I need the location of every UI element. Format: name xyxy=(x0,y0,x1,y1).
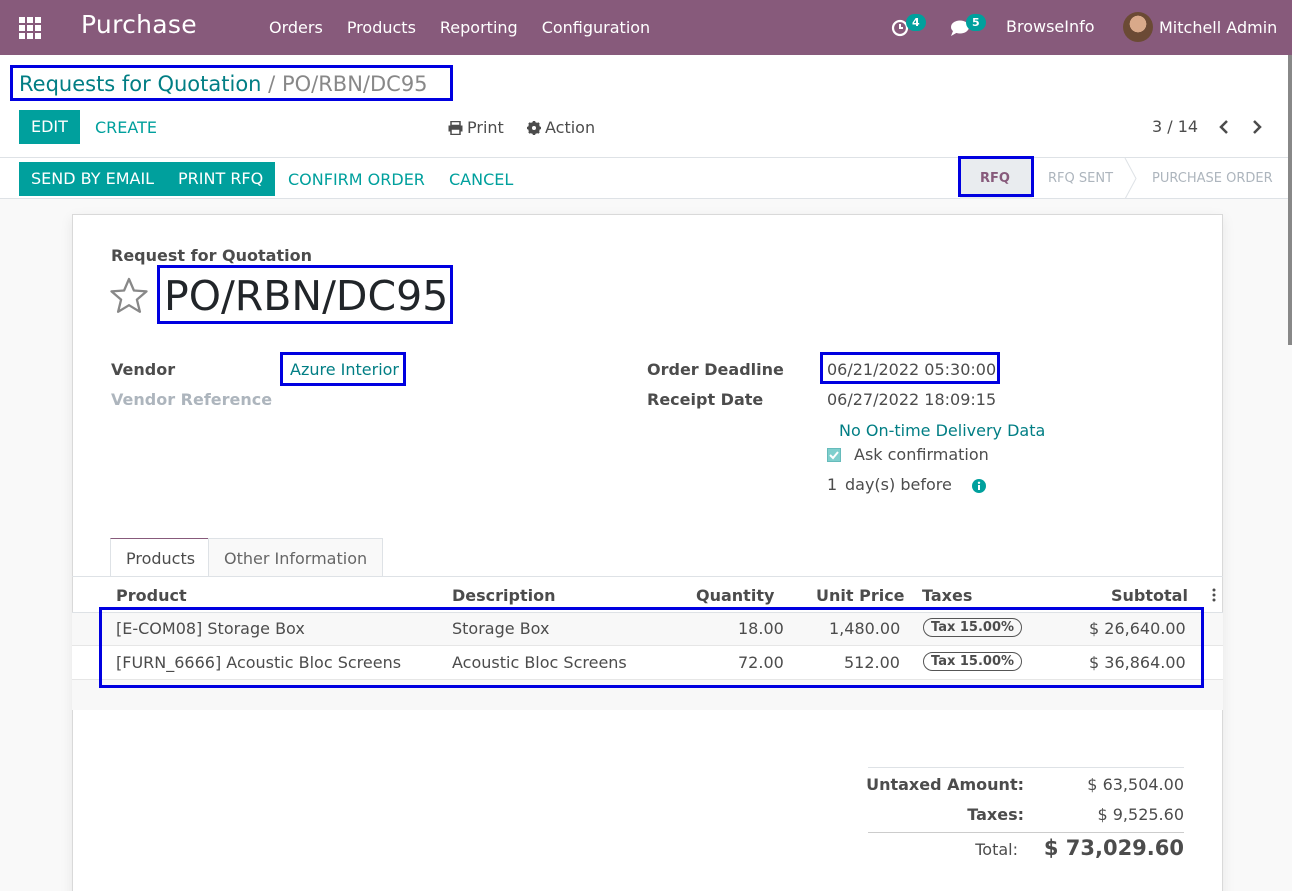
taxes-value: $ 9,525.60 xyxy=(1097,805,1184,824)
document-name-highlight xyxy=(157,265,453,324)
chevron-left-icon[interactable] xyxy=(1218,119,1230,135)
ask-confirmation-label: Ask confirmation xyxy=(854,445,989,464)
deadline-highlight xyxy=(820,352,1000,384)
order-lines-highlight xyxy=(99,607,1204,688)
receipt-date-label: Receipt Date xyxy=(647,390,764,409)
document-type-label: Request for Quotation xyxy=(111,246,312,265)
company-switcher[interactable]: BrowseInfo xyxy=(1006,17,1095,36)
print-dropdown[interactable]: Print xyxy=(448,118,504,137)
step-separator-icon xyxy=(1124,158,1137,199)
menu-products[interactable]: Products xyxy=(347,18,416,37)
gear-icon xyxy=(527,120,541,135)
vendor-label: Vendor xyxy=(111,360,176,379)
checkmark-icon xyxy=(829,451,839,460)
pager-value[interactable]: 3 / 14 xyxy=(1152,117,1198,136)
status-step-purchase-order[interactable]: PURCHASE ORDER xyxy=(1152,171,1273,186)
activity-count-badge: 4 xyxy=(906,14,926,31)
menu-configuration[interactable]: Configuration xyxy=(542,18,651,37)
total-value: $ 73,029.60 xyxy=(1043,836,1184,860)
vendor-reference-label: Vendor Reference xyxy=(111,390,273,409)
message-count-badge: 5 xyxy=(966,14,986,31)
untaxed-amount-value: $ 63,504.00 xyxy=(1087,775,1184,794)
create-button[interactable]: CREATE xyxy=(95,118,157,137)
app-name[interactable]: Purchase xyxy=(81,10,197,39)
ask-confirmation-checkbox[interactable] xyxy=(827,448,841,462)
column-header-subtotal[interactable]: Subtotal xyxy=(1111,586,1188,605)
vendor-highlight xyxy=(280,352,406,386)
receipt-date-value[interactable]: 06/27/2022 18:09:15 xyxy=(827,390,996,409)
cancel-button[interactable]: CANCEL xyxy=(449,170,513,189)
print-label: Print xyxy=(467,118,504,137)
column-header-taxes[interactable]: Taxes xyxy=(922,586,972,605)
column-header-quantity[interactable]: Quantity xyxy=(696,586,774,605)
star-icon[interactable] xyxy=(109,277,149,315)
avatar xyxy=(1123,12,1153,42)
print-rfq-button[interactable]: PRINT RFQ xyxy=(166,162,276,196)
column-header-product[interactable]: Product xyxy=(116,586,187,605)
column-options-icon[interactable] xyxy=(1211,588,1217,602)
taxes-label: Taxes: xyxy=(967,805,1024,824)
breadcrumb-highlight xyxy=(10,65,453,101)
menu-orders[interactable]: Orders xyxy=(269,18,323,37)
scrollbar[interactable] xyxy=(1288,55,1292,345)
tab-other-information[interactable]: Other Information xyxy=(208,538,384,577)
user-name: Mitchell Admin xyxy=(1159,17,1278,37)
order-deadline-label: Order Deadline xyxy=(647,360,784,379)
status-bar: SEND BY EMAIL PRINT RFQ CONFIRM ORDER CA… xyxy=(0,156,1292,199)
activity-button[interactable]: 4 xyxy=(890,0,930,55)
totals-divider xyxy=(868,832,1184,833)
status-step-rfq-sent[interactable]: RFQ SENT xyxy=(1048,171,1113,186)
untaxed-amount-label: Untaxed Amount: xyxy=(866,775,1024,794)
on-time-delivery-link[interactable]: No On-time Delivery Data xyxy=(839,421,1045,440)
tab-products[interactable]: Products xyxy=(110,538,212,577)
printer-icon xyxy=(448,120,463,135)
tab-other-information-label: Other Information xyxy=(224,549,368,568)
action-dropdown[interactable]: Action xyxy=(527,118,595,137)
send-by-email-button[interactable]: SEND BY EMAIL xyxy=(19,162,167,196)
totals-top-line xyxy=(868,767,1184,768)
messages-button[interactable]: 5 xyxy=(950,0,992,55)
column-header-description[interactable]: Description xyxy=(452,586,555,605)
info-icon[interactable] xyxy=(972,479,986,493)
apps-menu-icon[interactable] xyxy=(19,17,41,39)
main-menu: Orders Products Reporting Configuration xyxy=(269,0,674,55)
column-header-unit-price[interactable]: Unit Price xyxy=(816,586,905,605)
user-menu[interactable]: Mitchell Admin xyxy=(1123,12,1277,42)
control-panel: Requests for Quotation / PO/RBN/DC95 EDI… xyxy=(0,55,1292,199)
rfq-highlight xyxy=(958,156,1034,197)
days-before-label: day(s) before xyxy=(845,475,952,494)
days-before-value[interactable]: 1 xyxy=(827,475,837,494)
chevron-right-icon[interactable] xyxy=(1251,119,1263,135)
tab-divider xyxy=(72,576,1223,577)
top-navbar: Purchase Orders Products Reporting Confi… xyxy=(0,0,1292,55)
menu-reporting[interactable]: Reporting xyxy=(440,18,518,37)
action-label: Action xyxy=(545,118,596,137)
tab-products-label: Products xyxy=(126,549,196,568)
confirm-order-button[interactable]: CONFIRM ORDER xyxy=(288,170,425,189)
edit-button[interactable]: EDIT xyxy=(19,110,80,144)
total-label: Total: xyxy=(975,840,1018,859)
